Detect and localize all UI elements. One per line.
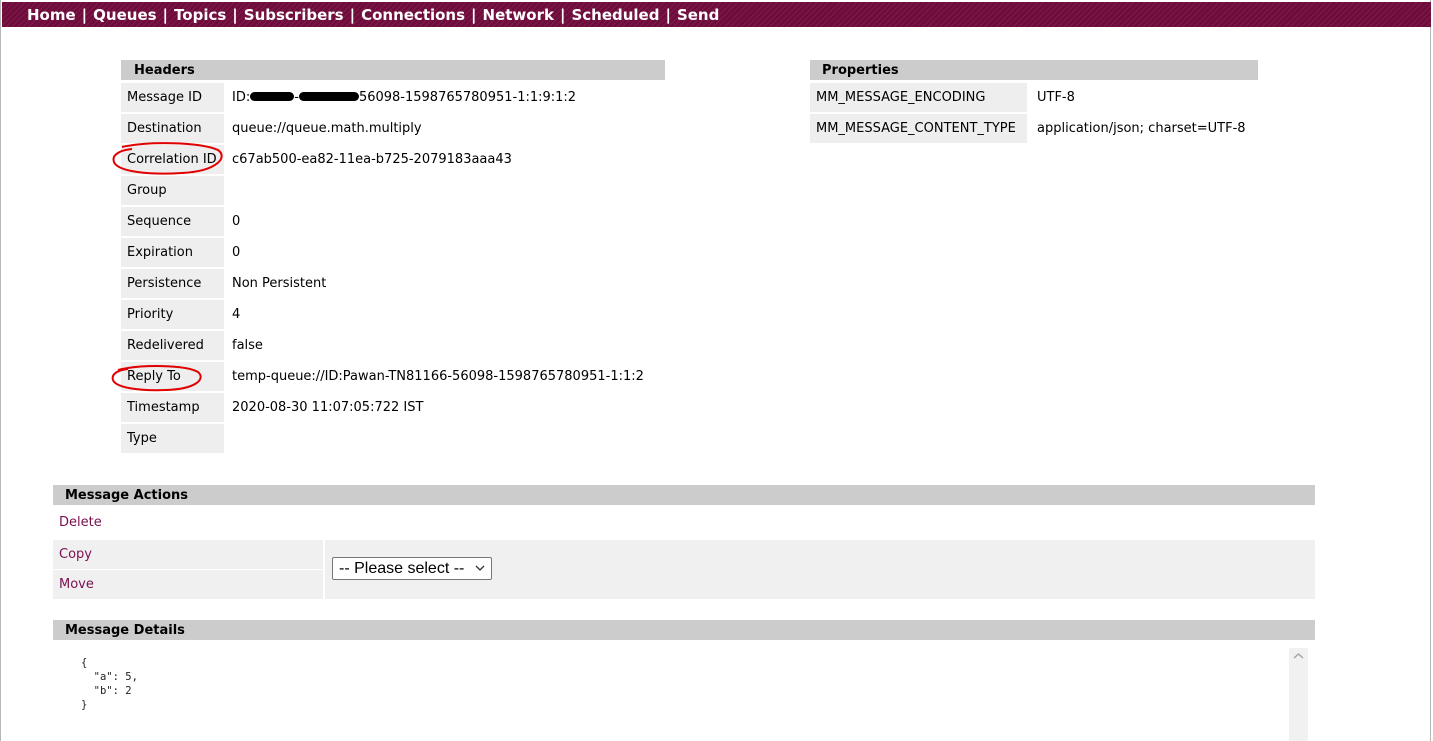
redaction-mark: [250, 92, 295, 101]
nav-send[interactable]: Send: [677, 6, 719, 24]
header-value: c67ab500-ea82-11ea-b725-2079183aaa43: [232, 152, 512, 167]
header-row-group: Group: [121, 176, 665, 205]
header-label: Message ID: [121, 83, 224, 112]
nav-separator: |: [232, 5, 238, 24]
header-row-reply-to: Reply To temp-queue://ID:Pawan-TN81166-5…: [121, 362, 665, 391]
message-id-suffix: 56098-1598765780951-1:1:9:1:2: [358, 90, 577, 105]
header-label: Type: [121, 424, 224, 453]
header-value: 4: [232, 307, 241, 322]
chevron-down-icon: [475, 565, 485, 571]
header-label: Persistence: [121, 269, 224, 298]
header-row-sequence: Sequence 0: [121, 207, 665, 236]
property-row: MM_MESSAGE_CONTENT_TYPE application/json…: [810, 114, 1258, 143]
nav-topics[interactable]: Topics: [174, 6, 226, 24]
property-value: application/json; charset=UTF-8: [1037, 121, 1246, 136]
copy-row: Copy: [53, 540, 323, 569]
move-link[interactable]: Move: [59, 577, 94, 592]
destination-select[interactable]: -- Please select --: [332, 557, 492, 580]
properties-section-title: Properties: [810, 60, 1258, 80]
copy-link[interactable]: Copy: [59, 547, 92, 562]
property-name: MM_MESSAGE_CONTENT_TYPE: [810, 114, 1027, 143]
header-row-persistence: Persistence Non Persistent: [121, 269, 665, 298]
header-value: false: [232, 338, 263, 353]
message-id-prefix: ID:: [232, 90, 251, 105]
headers-section-title: Headers: [121, 60, 665, 80]
header-label: Sequence: [121, 207, 224, 236]
destination-select-cell: -- Please select --: [325, 540, 1315, 599]
property-name: MM_MESSAGE_ENCODING: [810, 83, 1027, 112]
message-details-title: Message Details: [53, 620, 1315, 640]
header-row-destination: Destination queue://queue.math.multiply: [121, 114, 665, 143]
nav-separator: |: [162, 5, 169, 24]
delete-link[interactable]: Delete: [59, 515, 102, 530]
header-row-correlation-id: Correlation ID c67ab500-ea82-11ea-b725-2…: [121, 145, 665, 174]
property-value: UTF-8: [1037, 90, 1075, 105]
header-row-message-id: Message ID ID: -56098-1598765780951-1:1:9…: [121, 83, 665, 112]
header-label: Destination: [121, 114, 224, 143]
nav-separator: |: [559, 5, 566, 24]
scroll-up-arrow-icon[interactable]: [1293, 652, 1304, 660]
message-body: { "a": 5, "b": 2 }: [81, 657, 138, 711]
nav-separator: |: [665, 5, 671, 24]
header-label: Priority: [121, 300, 224, 329]
header-row-type: Type: [121, 424, 665, 453]
header-value: temp-queue://ID:Pawan-TN81166-56098-1598…: [232, 369, 644, 384]
property-row: MM_MESSAGE_ENCODING UTF-8: [810, 83, 1258, 112]
select-value: -- Please select --: [339, 560, 465, 577]
header-value: ID: -56098-1598765780951-1:1:9:1:2: [232, 83, 576, 112]
nav-scheduled[interactable]: Scheduled: [571, 6, 659, 24]
nav-queues[interactable]: Queues: [93, 6, 156, 24]
message-actions-title: Message Actions: [53, 485, 1315, 505]
nav-separator: |: [349, 5, 356, 24]
header-row-redelivered: Redelivered false: [121, 331, 665, 360]
nav-separator: |: [81, 5, 88, 24]
header-label: Timestamp: [121, 393, 224, 422]
header-row-timestamp: Timestamp 2020-08-30 11:07:05:722 IST: [121, 393, 665, 422]
header-label: Redelivered: [121, 331, 224, 360]
header-value: 0: [232, 245, 241, 260]
delete-row: Delete: [53, 508, 1315, 538]
details-scrollbar[interactable]: [1289, 648, 1308, 741]
nav-separator: |: [471, 5, 477, 24]
header-label: Correlation ID: [121, 145, 224, 174]
nav-subscribers[interactable]: Subscribers: [244, 6, 344, 24]
header-row-priority: Priority 4: [121, 300, 665, 329]
header-label: Expiration: [121, 238, 224, 267]
header-value: 2020-08-30 11:07:05:722 IST: [232, 400, 424, 415]
nav-network[interactable]: Network: [483, 6, 554, 24]
header-value: 0: [232, 214, 241, 229]
header-row-expiration: Expiration 0: [121, 238, 665, 267]
move-row: Move: [53, 570, 323, 599]
nav-home[interactable]: Home: [27, 6, 76, 24]
header-label: Reply To: [121, 362, 224, 391]
redaction-mark: [298, 92, 359, 101]
header-value: Non Persistent: [232, 276, 327, 291]
header-label: Group: [121, 176, 224, 205]
message-details-panel: { "a": 5, "b": 2 }: [53, 640, 1315, 741]
top-navigation: Home | Queues | Topics | Subscribers | C…: [2, 2, 1431, 27]
nav-connections[interactable]: Connections: [361, 6, 465, 24]
header-value: queue://queue.math.multiply: [232, 121, 422, 136]
